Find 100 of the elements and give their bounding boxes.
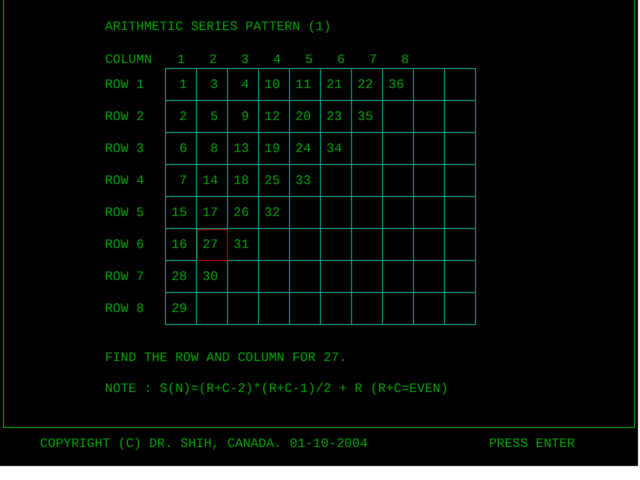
grid-cell: 13: [228, 133, 259, 165]
grid-cell: 30: [197, 261, 228, 293]
grid-cell: [259, 261, 290, 293]
row-label: ROW 4: [105, 174, 144, 186]
grid-cell: 17: [197, 197, 228, 229]
column-number: 8: [401, 52, 409, 66]
grid-cell: [352, 165, 383, 197]
grid-cell: 8: [197, 133, 228, 165]
row-label: ROW 7: [105, 270, 144, 282]
grid-cell: [414, 229, 445, 261]
grid-cell: 18: [228, 165, 259, 197]
grid-cell: 36: [383, 69, 414, 101]
grid-cell: [352, 261, 383, 293]
screen-title: ARITHMETIC SERIES PATTERN (1): [105, 20, 332, 34]
grid-cell: [383, 229, 414, 261]
row-label: ROW 1: [105, 78, 144, 90]
grid-cell: [321, 261, 352, 293]
grid-cell: [321, 165, 352, 197]
grid-cell: [321, 197, 352, 229]
grid-cell: [321, 293, 352, 325]
note-text: NOTE : S(N)=(R+C-2)*(R+C-1)/2 + R (R+C=EVEN): [105, 382, 450, 395]
grid-cell: 19: [259, 133, 290, 165]
grid-cell: [414, 261, 445, 293]
grid-cell: [445, 101, 476, 133]
grid-cell: [290, 293, 321, 325]
grid-cell: [383, 133, 414, 165]
grid-cell: 33: [290, 165, 321, 197]
row-label: ROW 3: [105, 142, 144, 154]
grid-cell: [445, 133, 476, 165]
grid-cell: 4: [228, 69, 259, 101]
grid-cell: 31: [228, 229, 259, 261]
grid-cell: [228, 261, 259, 293]
column-number: 7: [369, 52, 377, 66]
column-number: 2: [209, 52, 217, 66]
grid-cell: [445, 293, 476, 325]
grid-cell: 14: [197, 165, 228, 197]
grid-cell: 1: [166, 69, 197, 101]
grid-cell: 23: [321, 101, 352, 133]
grid-cell: [414, 293, 445, 325]
grid-cell: [383, 293, 414, 325]
question-text: FIND THE ROW AND COLUMN FOR 27.: [105, 351, 348, 364]
grid-cell: 27: [197, 229, 228, 261]
grid-cell: 25: [259, 165, 290, 197]
grid-cell: [445, 197, 476, 229]
grid-cell: [445, 229, 476, 261]
copyright-text: COPYRIGHT (C) DR. SHIH, CANADA. 01-10-2004: [40, 437, 369, 451]
grid-cell: [259, 229, 290, 261]
grid-cell: [352, 133, 383, 165]
grid-cell: 2: [166, 101, 197, 133]
grid-cell: 7: [166, 165, 197, 197]
grid-cell: 6: [166, 133, 197, 165]
grid-cell: [228, 293, 259, 325]
grid-cell: [414, 197, 445, 229]
grid-cell: [414, 133, 445, 165]
grid-cell: 15: [166, 197, 197, 229]
grid-cell: [290, 261, 321, 293]
grid-cell: [383, 165, 414, 197]
column-number: 6: [337, 52, 345, 66]
grid-cell: 29: [166, 293, 197, 325]
grid-cell: 12: [259, 101, 290, 133]
grid-cell: 24: [290, 133, 321, 165]
grid-cell: [445, 165, 476, 197]
grid-cell: 20: [290, 101, 321, 133]
grid-cell: [445, 261, 476, 293]
row-label: ROW 5: [105, 206, 144, 218]
grid-cell: 16: [166, 229, 197, 261]
grid-cell: 5: [197, 101, 228, 133]
column-number: 1: [177, 52, 185, 66]
grid-cell: 28: [166, 261, 197, 293]
column-number: 3: [241, 52, 249, 66]
grid-cell: [383, 101, 414, 133]
grid-cell: 34: [321, 133, 352, 165]
grid-cell: [352, 293, 383, 325]
grid-cell: [290, 229, 321, 261]
grid-cell: [352, 197, 383, 229]
grid-cell: [414, 165, 445, 197]
column-number: 4: [273, 52, 281, 66]
press-enter-prompt: PRESS ENTER: [489, 437, 575, 451]
row-label: ROW 6: [105, 238, 144, 250]
grid-cell: 10: [259, 69, 290, 101]
grid-cell: [383, 261, 414, 293]
grid-cell: 22: [352, 69, 383, 101]
grid-cell: [197, 293, 228, 325]
grid-cell: 26: [228, 197, 259, 229]
grid-cell: 11: [290, 69, 321, 101]
grid-cell: 35: [352, 101, 383, 133]
column-label: COLUMN: [105, 52, 153, 66]
grid-cell: [414, 101, 445, 133]
grid-cell: [321, 229, 352, 261]
grid-cell: [383, 197, 414, 229]
column-number: 5: [305, 52, 313, 66]
row-label: ROW 8: [105, 302, 144, 314]
grid-cell: 9: [228, 101, 259, 133]
grid-cell: 3: [197, 69, 228, 101]
row-label: ROW 2: [105, 110, 144, 122]
grid-cell: 21: [321, 69, 352, 101]
grid-cell: [352, 229, 383, 261]
grid-cell: 32: [259, 197, 290, 229]
grid-cell: [290, 197, 321, 229]
grid-cell: [259, 293, 290, 325]
